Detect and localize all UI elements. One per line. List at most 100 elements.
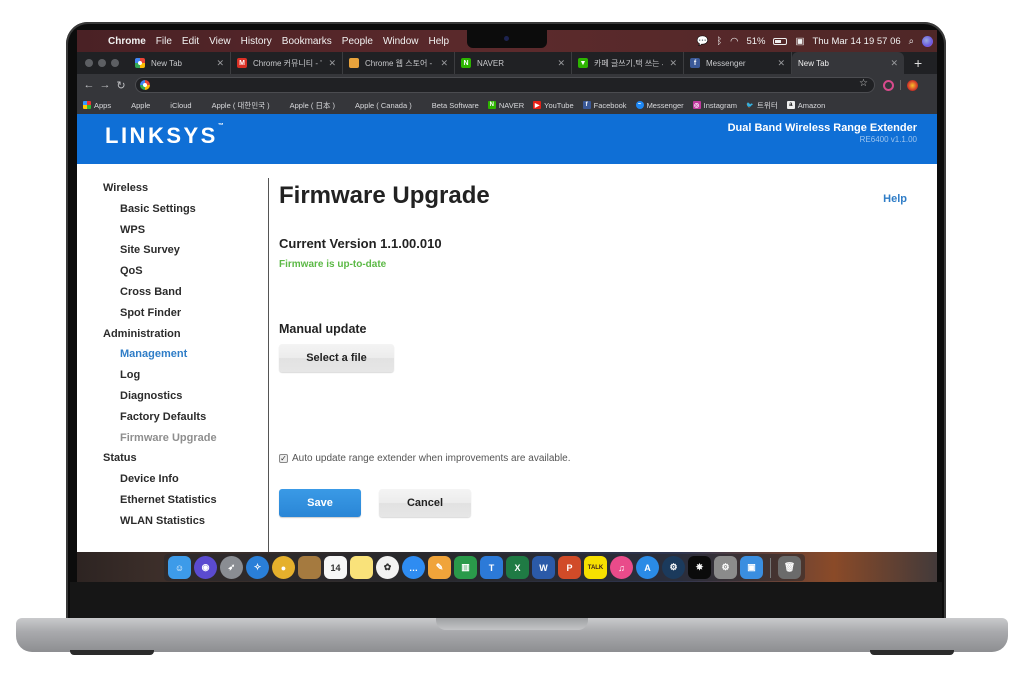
siri-icon[interactable]: ◉ bbox=[194, 556, 217, 579]
keynote-icon[interactable]: T bbox=[480, 556, 503, 579]
menu-edit[interactable]: Edit bbox=[182, 36, 199, 47]
launchpad-icon[interactable]: ➶ bbox=[220, 556, 243, 579]
sidebar-group-administration[interactable]: Administration bbox=[103, 324, 268, 345]
menu-people[interactable]: People bbox=[342, 36, 373, 47]
word-icon[interactable]: W bbox=[532, 556, 555, 579]
tab-chrome-web-store[interactable]: Chrome 웹 스토어 - In ✕ bbox=[343, 52, 455, 74]
auto-update-option[interactable]: ✓ Auto update range extender when improv… bbox=[279, 453, 571, 464]
tab-new-tab-active[interactable]: New Tab ✕ bbox=[792, 52, 904, 74]
safari-icon[interactable]: ✧ bbox=[246, 556, 269, 579]
menu-window[interactable]: Window bbox=[383, 36, 419, 47]
sidebar-item-site-survey[interactable]: Site Survey bbox=[103, 240, 268, 261]
help-link[interactable]: Help bbox=[883, 193, 907, 205]
excel-icon[interactable]: X bbox=[506, 556, 529, 579]
close-tab-icon[interactable]: ✕ bbox=[777, 58, 785, 69]
steam-icon[interactable]: ⚙ bbox=[662, 556, 685, 579]
spotlight-search-icon[interactable]: ⌕ bbox=[909, 36, 914, 47]
sidebar-item-cross-band[interactable]: Cross Band bbox=[103, 282, 268, 303]
minimize-window-button[interactable] bbox=[98, 59, 106, 67]
sidebar-item-diagnostics[interactable]: Diagnostics bbox=[103, 386, 268, 407]
bookmark-instagram[interactable]: ◎ Instagram bbox=[692, 101, 737, 110]
bookmark-naver[interactable]: N NAVER bbox=[487, 101, 524, 110]
bookmark-apple-japan[interactable]: Apple ( 日本 ) bbox=[279, 100, 335, 111]
sidebar-item-wlan-statistics[interactable]: WLAN Statistics bbox=[103, 511, 268, 532]
close-tab-icon[interactable]: ✕ bbox=[328, 58, 336, 69]
select-file-button[interactable]: Select a file bbox=[279, 344, 394, 372]
cancel-button[interactable]: Cancel bbox=[379, 489, 471, 517]
back-arrow-icon[interactable]: ← bbox=[81, 79, 97, 91]
pages-icon[interactable]: ✎ bbox=[428, 556, 451, 579]
tab-messenger[interactable]: f Messenger ✕ bbox=[684, 52, 792, 74]
photos-icon[interactable]: ✿ bbox=[376, 556, 399, 579]
bookmark-apple-korea[interactable]: Apple ( 대한민국 ) bbox=[201, 100, 270, 111]
bookmark-messenger[interactable]: ~ Messenger bbox=[635, 101, 684, 110]
sidebar-item-factory-defaults[interactable]: Factory Defaults bbox=[103, 407, 268, 428]
sidebar-item-firmware-upgrade[interactable]: Firmware Upgrade bbox=[103, 428, 268, 449]
sidebar-item-basic-settings[interactable]: Basic Settings bbox=[103, 199, 268, 220]
new-tab-button[interactable]: + bbox=[914, 55, 922, 71]
input-source-icon[interactable]: ▣ bbox=[795, 36, 804, 47]
close-tab-icon[interactable]: ✕ bbox=[216, 58, 224, 69]
bookmark-beta-software[interactable]: Beta Software bbox=[421, 101, 479, 110]
bookmark-amazon[interactable]: a Amazon bbox=[786, 101, 825, 110]
save-button[interactable]: Save bbox=[279, 489, 361, 517]
profile-avatar[interactable] bbox=[907, 79, 918, 91]
kakaotalk-icon[interactable]: TALK bbox=[584, 556, 607, 579]
wifi-icon[interactable]: ◠ bbox=[730, 36, 738, 47]
bookmark-apple[interactable]: Apple bbox=[120, 101, 150, 110]
auto-update-checkbox[interactable]: ✓ bbox=[279, 454, 288, 463]
tab-new-tab[interactable]: New Tab ✕ bbox=[129, 52, 231, 74]
maximize-window-button[interactable] bbox=[111, 59, 119, 67]
calendar-icon[interactable]: 14 bbox=[324, 556, 347, 579]
close-tab-icon[interactable]: ✕ bbox=[890, 58, 898, 69]
sidebar-group-status[interactable]: Status bbox=[103, 448, 268, 469]
battery-icon[interactable] bbox=[773, 37, 788, 45]
menu-history[interactable]: History bbox=[241, 36, 272, 47]
bookmark-apple-canada[interactable]: Apple ( Canada ) bbox=[344, 101, 412, 110]
bookmark-facebook[interactable]: f Facebook bbox=[582, 101, 627, 110]
numbers-icon[interactable]: ▥ bbox=[454, 556, 477, 579]
battlenet-icon[interactable]: ✵ bbox=[688, 556, 711, 579]
sidebar-item-spot-finder[interactable]: Spot Finder bbox=[103, 303, 268, 324]
menu-help[interactable]: Help bbox=[429, 36, 450, 47]
chrome-icon[interactable]: ● bbox=[272, 556, 295, 579]
close-tab-icon[interactable]: ✕ bbox=[557, 58, 565, 69]
parallels-icon[interactable]: ▣ bbox=[740, 556, 763, 579]
extension-icon[interactable] bbox=[883, 79, 894, 91]
menu-view[interactable]: View bbox=[209, 36, 231, 47]
contacts-icon[interactable] bbox=[298, 556, 321, 579]
itunes-icon[interactable]: ♫ bbox=[610, 556, 633, 579]
menu-app-chrome[interactable]: Chrome bbox=[108, 36, 146, 47]
close-window-button[interactable] bbox=[85, 59, 93, 67]
sidebar-item-management[interactable]: Management bbox=[103, 344, 268, 365]
tab-naver[interactable]: N NAVER ✕ bbox=[455, 52, 572, 74]
address-bar[interactable]: ☆ bbox=[135, 77, 875, 93]
tab-chrome-community[interactable]: M Chrome 커뮤니티 - 'N ✕ bbox=[231, 52, 343, 74]
sidebar-item-ethernet-statistics[interactable]: Ethernet Statistics bbox=[103, 490, 268, 511]
chat-bubble-icon[interactable]: 💬 bbox=[697, 36, 709, 47]
siri-icon[interactable] bbox=[922, 35, 933, 47]
trash-icon[interactable]: 🗑 bbox=[778, 556, 801, 579]
bookmark-youtube[interactable]: ▶ YouTube bbox=[533, 101, 574, 110]
sidebar-item-qos[interactable]: QoS bbox=[103, 261, 268, 282]
bookmark-icloud[interactable]: iCloud bbox=[159, 101, 191, 110]
reload-icon[interactable]: ↻ bbox=[113, 79, 129, 92]
messages-icon[interactable]: … bbox=[402, 556, 425, 579]
bookmark-star-icon[interactable]: ☆ bbox=[859, 78, 868, 89]
app-store-icon[interactable]: A bbox=[636, 556, 659, 579]
notes-icon[interactable] bbox=[350, 556, 373, 579]
close-tab-icon[interactable]: ✕ bbox=[440, 58, 448, 69]
menu-file[interactable]: File bbox=[156, 36, 172, 47]
sidebar-item-device-info[interactable]: Device Info bbox=[103, 469, 268, 490]
bookmark-twitter[interactable]: 🐦 트위터 bbox=[746, 100, 777, 111]
sidebar-item-log[interactable]: Log bbox=[103, 365, 268, 386]
bookmark-apps[interactable]: Apps bbox=[83, 101, 111, 110]
powerpoint-icon[interactable]: P bbox=[558, 556, 581, 579]
close-tab-icon[interactable]: ✕ bbox=[669, 58, 677, 69]
bluetooth-icon[interactable]: ᛒ bbox=[716, 36, 722, 47]
finder-icon[interactable]: ☺ bbox=[168, 556, 191, 579]
sidebar-group-wireless[interactable]: Wireless bbox=[103, 178, 268, 199]
system-preferences-icon[interactable]: ⚙ bbox=[714, 556, 737, 579]
sidebar-item-wps[interactable]: WPS bbox=[103, 220, 268, 241]
clock[interactable]: Thu Mar 14 19 57 06 bbox=[812, 36, 900, 47]
